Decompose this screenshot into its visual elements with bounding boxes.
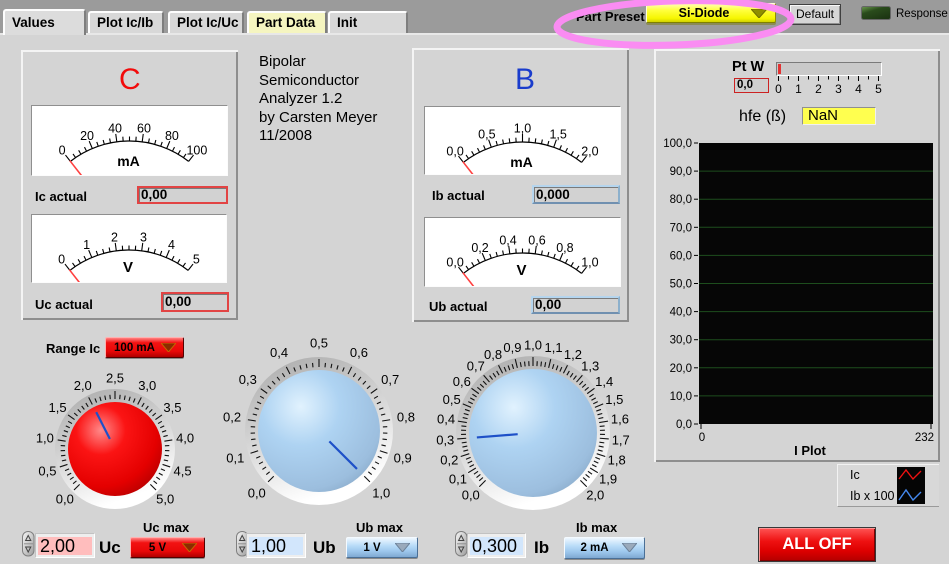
svg-text:0,7: 0,7 <box>467 359 485 374</box>
svg-text:70,0: 70,0 <box>670 222 692 234</box>
svg-text:20,0: 20,0 <box>670 363 692 375</box>
svg-text:4: 4 <box>168 238 175 252</box>
svg-text:40: 40 <box>108 121 122 135</box>
svg-text:5,0: 5,0 <box>156 492 174 507</box>
svg-text:0,0: 0,0 <box>462 488 480 503</box>
svg-text:0,9: 0,9 <box>503 340 521 355</box>
svg-text:5: 5 <box>193 253 200 267</box>
svg-text:0,2: 0,2 <box>471 241 488 255</box>
svg-text:0,8: 0,8 <box>484 347 502 362</box>
svg-text:mA: mA <box>117 153 140 169</box>
svg-text:3,0: 3,0 <box>138 378 156 393</box>
svg-text:100,0: 100,0 <box>663 138 692 150</box>
svg-text:0,5: 0,5 <box>310 336 328 351</box>
svg-text:1,0: 1,0 <box>372 486 390 501</box>
svg-text:232: 232 <box>915 432 934 444</box>
svg-text:10,0: 10,0 <box>670 391 692 403</box>
svg-text:0,3: 0,3 <box>239 372 257 387</box>
svg-text:0,4: 0,4 <box>270 345 288 360</box>
svg-text:1: 1 <box>83 238 90 252</box>
svg-text:0,1: 0,1 <box>226 451 244 466</box>
svg-text:5: 5 <box>875 82 882 96</box>
svg-text:1,4: 1,4 <box>595 374 613 389</box>
svg-text:50,0: 50,0 <box>670 279 692 291</box>
svg-text:0,2: 0,2 <box>440 453 458 468</box>
svg-text:0: 0 <box>58 253 65 267</box>
svg-text:30,0: 30,0 <box>670 335 692 347</box>
svg-text:2,5: 2,5 <box>106 371 124 386</box>
svg-text:1,0: 1,0 <box>36 430 54 445</box>
svg-text:80,0: 80,0 <box>670 194 692 206</box>
svg-text:0,6: 0,6 <box>453 374 471 389</box>
svg-text:0,0: 0,0 <box>446 145 463 159</box>
svg-text:3,5: 3,5 <box>163 400 181 415</box>
svg-text:4,5: 4,5 <box>173 463 191 478</box>
svg-text:1,6: 1,6 <box>611 412 629 427</box>
svg-text:80: 80 <box>165 129 179 143</box>
svg-text:1,5: 1,5 <box>605 392 623 407</box>
svg-text:0,4: 0,4 <box>499 233 516 247</box>
svg-text:0,0: 0,0 <box>446 256 463 270</box>
svg-text:3: 3 <box>140 230 147 244</box>
svg-text:0,4: 0,4 <box>437 412 455 427</box>
svg-text:0,0: 0,0 <box>56 492 74 507</box>
svg-text:2,0: 2,0 <box>586 488 604 503</box>
svg-text:0,6: 0,6 <box>528 233 545 247</box>
svg-text:0,2: 0,2 <box>223 410 241 425</box>
svg-text:20: 20 <box>80 129 94 143</box>
svg-text:0,9: 0,9 <box>394 451 412 466</box>
svg-text:1,0: 1,0 <box>514 122 531 136</box>
svg-text:0,5: 0,5 <box>443 392 461 407</box>
svg-text:0,3: 0,3 <box>436 432 454 447</box>
svg-text:0,0: 0,0 <box>676 419 692 431</box>
svg-text:2: 2 <box>815 82 822 96</box>
svg-text:4: 4 <box>855 82 862 96</box>
svg-text:1,0: 1,0 <box>524 338 542 353</box>
svg-text:1,8: 1,8 <box>608 453 626 468</box>
svg-text:0,6: 0,6 <box>350 345 368 360</box>
svg-text:0,5: 0,5 <box>38 463 56 478</box>
svg-text:0,8: 0,8 <box>397 410 415 425</box>
svg-text:0,0: 0,0 <box>248 486 266 501</box>
svg-text:1,3: 1,3 <box>581 359 599 374</box>
svg-text:1,0: 1,0 <box>581 256 598 270</box>
svg-text:1,2: 1,2 <box>564 347 582 362</box>
svg-text:V: V <box>123 259 133 276</box>
svg-text:I Plot: I Plot <box>794 443 826 458</box>
svg-text:1: 1 <box>795 82 802 96</box>
svg-text:3: 3 <box>835 82 842 96</box>
svg-text:40,0: 40,0 <box>670 307 692 319</box>
svg-text:60,0: 60,0 <box>670 250 692 262</box>
svg-text:100: 100 <box>186 144 207 158</box>
svg-text:0,8: 0,8 <box>556 241 573 255</box>
svg-text:0,7: 0,7 <box>381 372 399 387</box>
svg-text:1,5: 1,5 <box>549 127 566 141</box>
svg-text:1,5: 1,5 <box>49 400 67 415</box>
svg-text:mA: mA <box>510 154 533 170</box>
svg-text:0: 0 <box>775 82 782 96</box>
svg-text:0,1: 0,1 <box>449 471 467 486</box>
svg-text:2,0: 2,0 <box>581 145 598 159</box>
svg-text:1,1: 1,1 <box>545 340 563 355</box>
svg-text:2: 2 <box>111 230 118 244</box>
svg-text:2,0: 2,0 <box>74 378 92 393</box>
svg-text:60: 60 <box>137 121 151 135</box>
svg-text:4,0: 4,0 <box>176 430 194 445</box>
svg-text:V: V <box>516 262 526 279</box>
svg-text:0: 0 <box>59 144 66 158</box>
svg-text:1,9: 1,9 <box>599 471 617 486</box>
svg-text:90,0: 90,0 <box>670 166 692 178</box>
svg-text:0,5: 0,5 <box>478 127 495 141</box>
svg-text:0: 0 <box>699 432 705 444</box>
svg-text:1,7: 1,7 <box>612 432 630 447</box>
